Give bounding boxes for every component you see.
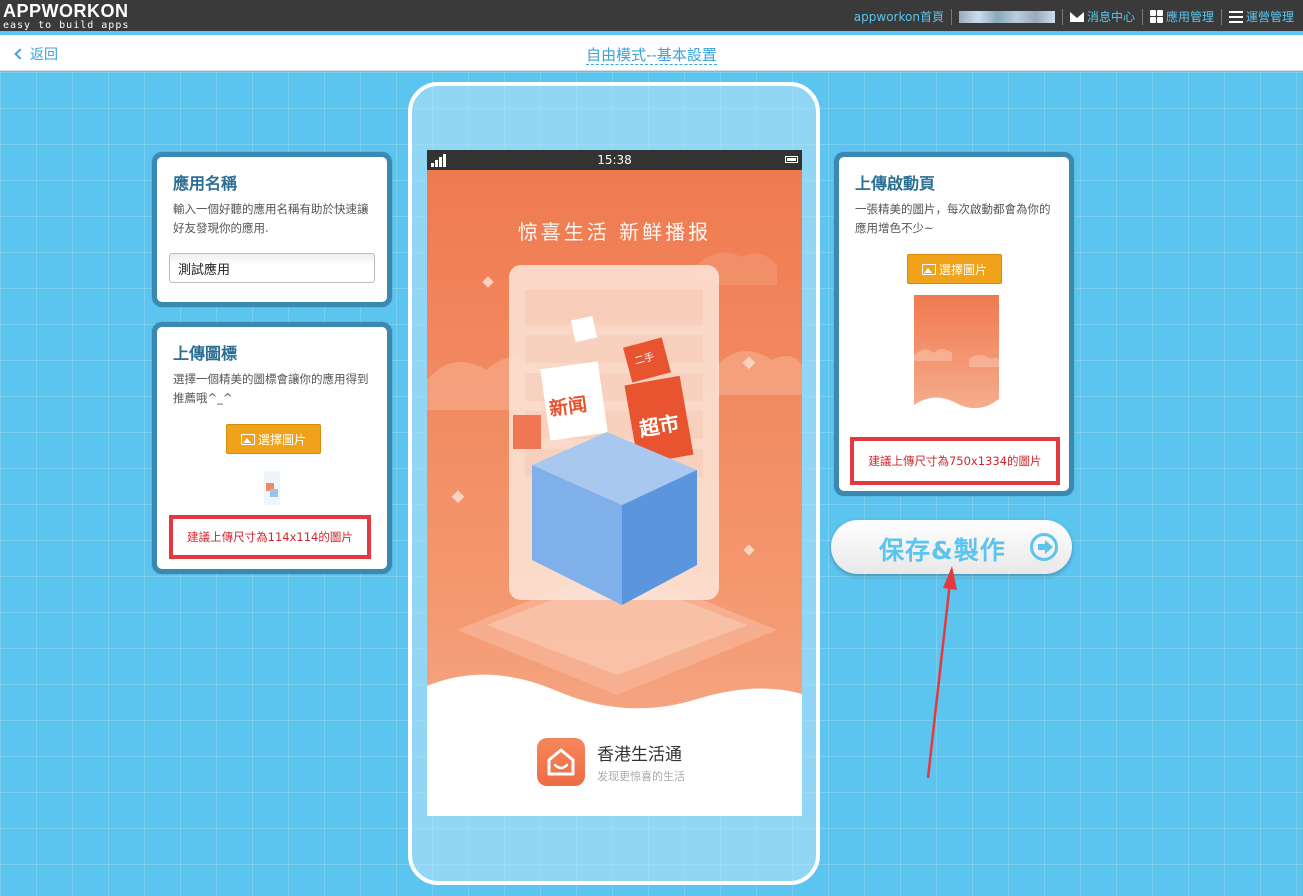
phone-status-bar: 15:38 [427,150,802,170]
brand-name: 香港生活通 [597,745,682,765]
top-navbar: APPWORKON easy to build apps appworkon首頁… [0,0,1303,33]
sub-header: 返回 自由模式--基本設置 [0,35,1303,71]
upload-launch-card: 上傳啟動頁 一張精美的圖片，每次啟動都會為你的應用增色不少~ 選擇圖片 建議上傳… [834,152,1074,496]
image-icon [921,263,936,275]
nav-apps-link[interactable]: 應用管理 [1141,8,1221,25]
arrow-right-circle-icon [1030,533,1058,561]
upload-icon-card: 上傳圖標 選擇一個精美的圖標會讓你的應用得到推薦哦^_^ 選擇圖片 建議上傳尺寸… [152,322,392,574]
save-and-build-label: 保存&製作 [879,536,1006,565]
upload-launch-desc: 一張精美的圖片，每次啟動都會為你的應用增色不少~ [855,202,1051,235]
image-icon [240,433,255,445]
app-name-input[interactable] [169,253,375,283]
appworkon-logo[interactable]: APPWORKON easy to build apps [3,1,130,31]
upload-icon-desc: 選擇一個精美的圖標會讓你的應用得到推薦哦^_^ [173,372,369,405]
blurred-username [958,10,1055,23]
nav-messages-link[interactable]: 消息中心 [1061,8,1142,25]
choose-launch-label: 選擇圖片 [938,262,987,277]
status-time: 15:38 [597,153,632,167]
app-name-card: 應用名稱 輸入一個好聽的應用名稱有助於快速讓好友發現你的應用. [152,152,392,307]
list-icon [1228,10,1243,23]
grid-icon [1149,10,1163,23]
app-name-desc: 輸入一個好聽的應用名稱有助於快速讓好友發現你的應用. [173,202,369,235]
logo-main-text: APPWORKON [3,1,129,21]
nav-apps-label: 應用管理 [1165,10,1214,24]
choose-launch-button[interactable]: 選擇圖片 [907,254,1002,284]
nav-user-account[interactable] [950,8,1062,25]
nav-ops-link[interactable]: 運營管理 [1220,8,1301,25]
mail-icon [1069,11,1084,22]
icon-thumbnail [264,471,280,505]
launch-size-hint: 建議上傳尺寸為750x1334的圖片 [850,437,1060,485]
choose-icon-button[interactable]: 選擇圖片 [226,424,321,454]
top-nav-links: appworkon首頁 消息中心 應用管理 運營管理 [847,0,1301,33]
phone-screen: 15:38 惊喜生活 新鲜播报 新闻 超市 二手 香港生活通 发现更惊喜的生活 [427,150,802,816]
app-name-title: 應用名稱 [173,174,238,193]
choose-icon-label: 選擇圖片 [257,432,306,447]
icon-size-hint: 建議上傳尺寸為114x114的圖片 [169,515,371,559]
nav-home-link[interactable]: appworkon首頁 [847,9,951,25]
launch-thumbnail [914,295,999,417]
brand-logo-icon [537,738,585,786]
save-and-build-button[interactable]: 保存&製作 [831,520,1072,574]
brand-block: 香港生活通 发现更惊喜的生活 [537,738,685,786]
nav-ops-label: 運營管理 [1245,10,1294,24]
nav-messages-label: 消息中心 [1086,10,1135,24]
splash-image: 惊喜生活 新鲜播报 新闻 超市 二手 香港生活通 发现更惊喜的生活 [427,170,802,816]
brand-slogan: 发现更惊喜的生活 [597,770,685,783]
logo-sub-text: easy to build apps [3,20,130,31]
upload-icon-title: 上傳圖標 [173,344,238,363]
battery-icon [785,156,798,163]
upload-launch-title: 上傳啟動頁 [855,174,936,193]
page-title: 自由模式--基本設置 [0,44,1303,65]
page-title-text[interactable]: 自由模式--基本設置 [586,46,717,65]
tag-news: 新闻 [547,393,589,421]
